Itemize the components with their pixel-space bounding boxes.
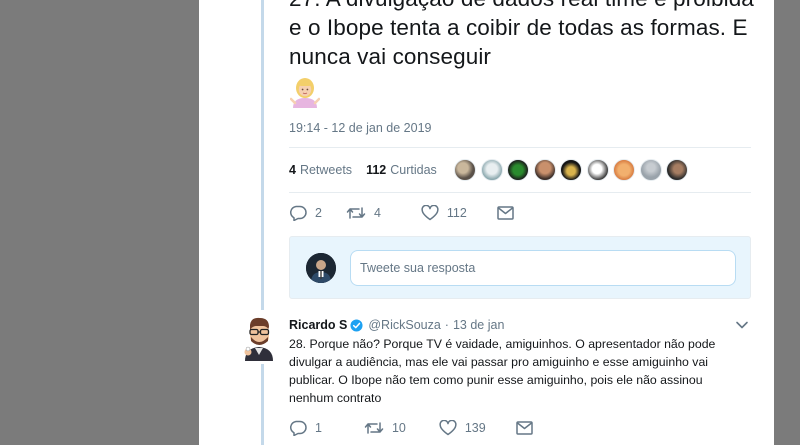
likes-label[interactable]: Curtidas (390, 163, 437, 177)
direct-message-button[interactable] (515, 421, 533, 435)
reply-button[interactable]: 2 (289, 205, 322, 221)
heart-icon (439, 420, 457, 436)
avatar[interactable] (454, 159, 476, 181)
tweet-date[interactable]: 13 de jan (453, 318, 504, 332)
liker-avatars (454, 159, 693, 181)
right-backdrop (774, 0, 800, 445)
tweet-timestamp[interactable]: 19:14 - 12 de jan de 2019 (289, 121, 431, 135)
retweets-count[interactable]: 4 (289, 163, 296, 177)
reply-tweet-text: 28. Porque não? Porque TV é vaidade, ami… (289, 337, 716, 405)
retweet-button[interactable]: 4 (346, 205, 381, 221)
thread-connector-line (261, 0, 264, 310)
retweet-count: 4 (373, 206, 381, 220)
envelope-icon (497, 206, 514, 220)
tweet-thread-panel: 27. A divulgação de dados real time é pr… (199, 0, 774, 445)
retweet-icon (346, 207, 366, 219)
author-name[interactable]: Ricardo S (289, 318, 347, 332)
avatar[interactable] (306, 253, 336, 283)
heart-icon (421, 205, 439, 221)
retweets-label[interactable]: Retweets (300, 163, 352, 177)
like-button[interactable]: 139 (439, 420, 486, 436)
reply-tweet-action-bar: 1 10 139 (289, 420, 533, 436)
avatar[interactable] (666, 159, 688, 181)
envelope-icon (515, 421, 533, 435)
left-backdrop (0, 0, 199, 445)
reply-count: 1 (315, 421, 322, 435)
avatar[interactable] (533, 159, 556, 181)
likes-count[interactable]: 112 (366, 163, 386, 177)
verified-badge-icon (350, 318, 363, 332)
reply-icon (290, 420, 307, 436)
avatar[interactable] (639, 159, 662, 181)
tweet-action-bar: 2 4 112 (289, 205, 514, 221)
reply-button[interactable]: 1 (289, 420, 322, 436)
reply-input[interactable]: Tweete sua resposta (350, 250, 736, 286)
avatar[interactable] (507, 159, 529, 181)
author-handle[interactable]: @RickSouza (368, 318, 440, 332)
like-count: 112 (446, 206, 467, 220)
like-button[interactable]: 112 (421, 205, 467, 221)
chevron-down-icon[interactable] (735, 320, 749, 330)
avatar[interactable] (586, 159, 609, 181)
direct-message-button[interactable] (497, 206, 514, 220)
retweet-icon (364, 422, 384, 434)
reply-tweet-header: Ricardo S @RickSouza · 13 de jan (289, 318, 504, 332)
avatar[interactable] (613, 159, 635, 181)
divider (289, 192, 751, 193)
tweet-text: 27. A divulgação de dados real time é pr… (289, 0, 754, 69)
tweet-stats: 4 Retweets 112 Curtidas (289, 161, 437, 179)
retweet-count: 10 (391, 421, 406, 435)
thread-connector-line (261, 364, 264, 445)
separator: · (444, 318, 449, 332)
avatar[interactable] (480, 159, 503, 181)
reply-icon (290, 205, 307, 221)
reply-count: 2 (315, 206, 322, 220)
like-count: 139 (464, 421, 486, 435)
divider (289, 147, 751, 148)
retweet-button[interactable]: 10 (364, 420, 406, 436)
avatar[interactable] (560, 159, 582, 181)
reply-composer: Tweete sua resposta (289, 236, 751, 299)
avatar[interactable] (239, 315, 279, 363)
user-photo (306, 253, 336, 283)
woman-shrugging-emoji (290, 78, 320, 108)
